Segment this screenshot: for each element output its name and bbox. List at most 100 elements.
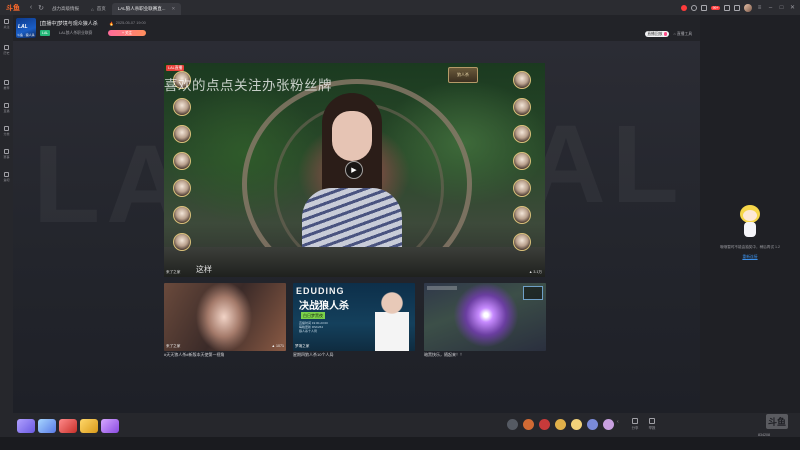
home-icon: ⌂ [91, 6, 94, 12]
gift-item[interactable] [59, 419, 77, 433]
room-header: LAL 斗鱼 · 狼人杀 [直播中]梦境与观众狼人杀 🔥 2025-05-07 1… [13, 15, 700, 41]
browser-topbar: 斗鱼 ‹ ↻ 战力高级情报 ⌂ 首页 LAL狼人杀职业联赛直... ✕ 99+ ≡ … [0, 0, 800, 15]
gift-item[interactable] [101, 419, 119, 433]
player-avatar [173, 179, 191, 197]
player-avatar [173, 125, 191, 143]
trophy-icon [4, 149, 9, 154]
video-source: 来了之家 [166, 270, 181, 274]
gift-icon[interactable] [539, 419, 550, 430]
gift-icon[interactable] [587, 419, 598, 430]
report-icon [649, 418, 655, 424]
reconnect-link[interactable]: 重新连接 [700, 255, 800, 260]
room-title: [直播中]梦境与观众狼人杀 [40, 21, 98, 27]
share-button[interactable]: 分享 [629, 418, 641, 430]
player-avatar [173, 98, 191, 116]
replay-button[interactable]: 直播回放 [645, 31, 670, 37]
player-avatar [513, 206, 531, 224]
share-icon [632, 418, 638, 424]
video-subtitle: 这样 [196, 265, 212, 274]
card-banner-main: 决战狼人杀 [299, 301, 349, 312]
game-hud [427, 286, 457, 290]
video-player[interactable]: LAL直播 喜欢的点点关注办张粉丝牌 狼人杀 ▶ 这样 来了之家 ▲ 3.1万 [164, 63, 545, 277]
game-badge: 狼人杀 [448, 67, 478, 83]
gift-icon[interactable] [555, 419, 566, 430]
gift-hammer-icon[interactable] [507, 419, 518, 430]
card-thumbnail: EDUDING 决战狼人杀 白日梦黑夜 直播时间 19:00-23:00 每晚更… [293, 283, 415, 351]
gift-item[interactable] [80, 419, 98, 433]
room-category[interactable]: LAL狼人杀职业联赛 [59, 31, 92, 36]
player-column-right [511, 71, 533, 251]
tab-3[interactable]: LAL狼人杀职业联赛直... ✕ [111, 3, 182, 15]
message-icon[interactable] [701, 4, 708, 11]
tab-2[interactable]: ⌂ 首页 [85, 3, 112, 15]
player-avatar [513, 233, 531, 251]
report-button[interactable]: 举报 [646, 418, 658, 430]
top-right-toolbar: 99+ ≡ – □ ✕ [681, 0, 796, 15]
gift-icon[interactable] [724, 4, 730, 11]
gift-icon[interactable] [571, 419, 582, 430]
gift-item[interactable] [38, 419, 56, 433]
follow-button[interactable]: + 关注 [108, 30, 146, 36]
minimize-icon[interactable]: – [767, 5, 774, 11]
card-streamer: 来了之家 [166, 344, 181, 348]
card-banner-lines: 直播时间 19:00-23:00 每晚更新 RSK264 狼人杀十人局 [299, 321, 328, 334]
douyu-watermark-logo: 斗鱼 [766, 414, 788, 429]
sidebar-item-category[interactable]: 分类 [0, 124, 13, 138]
maximize-icon[interactable]: □ [778, 5, 785, 11]
heart-icon [4, 19, 9, 24]
player-column-left [171, 71, 193, 251]
tools-link[interactable]: ⌂ 直播工具 [673, 32, 692, 37]
player-avatar [173, 206, 191, 224]
sidebar-item-history[interactable]: 历史 [0, 43, 13, 57]
sidebar-item-recommend[interactable]: 推荐 [0, 78, 13, 92]
room-tag[interactable]: LAL [40, 30, 51, 36]
player-avatar [513, 98, 531, 116]
fish-icon [4, 172, 9, 177]
card-banner-top: EDUDING [296, 286, 345, 296]
menu-icon[interactable]: ≡ [756, 5, 763, 11]
refresh-icon[interactable]: ↻ [36, 0, 46, 15]
card-title[interactable]: 星期四狼人杀10个人局 [293, 352, 333, 358]
play-icon[interactable]: ▶ [345, 161, 363, 179]
recommend-card-3[interactable]: 暗黑快乐，随起来！！ [424, 283, 546, 359]
back-icon[interactable]: ‹ [26, 0, 36, 15]
clock-icon [4, 45, 9, 50]
gift-icon[interactable] [523, 419, 534, 430]
live-tag: LAL直播 [166, 65, 185, 71]
card-thumbnail [424, 283, 546, 351]
close-tab-icon[interactable]: ✕ [171, 6, 175, 12]
right-panel: 哦哦暂时不能由抽奖中，稍后再试 1.2 重新连接 [700, 15, 800, 413]
card-thumbnail [164, 283, 286, 351]
sidebar-item-fishbar[interactable]: 鱼吧 [0, 170, 13, 184]
card-host [375, 291, 409, 351]
player-avatar [513, 71, 531, 89]
message-badge: 99+ [711, 5, 720, 10]
player-avatar [173, 152, 191, 170]
douyu-logo[interactable]: 斗鱼 [0, 0, 26, 15]
close-window-icon[interactable]: ✕ [789, 4, 796, 11]
recommend-card-1[interactable]: 来了之家 ▲ 1071 #天天狼人杀#新版本天使第一视角 [164, 283, 286, 359]
gift-icon[interactable] [603, 419, 614, 430]
notification-icon[interactable] [681, 4, 688, 11]
card-title[interactable]: #天天狼人杀#新版本天使第一视角 [164, 352, 224, 358]
mascot-illustration [738, 205, 762, 239]
settings-icon[interactable] [734, 4, 740, 11]
video-caption: 喜欢的点点关注办张粉丝牌 [164, 78, 332, 93]
sidebar-item-live[interactable]: 直播 [0, 101, 13, 115]
gift-item[interactable] [17, 419, 35, 433]
home-icon [4, 80, 9, 85]
sidebar-item-events[interactable]: 赛事 [0, 147, 13, 161]
card-banner-sub: 白日梦黑夜 [301, 312, 325, 319]
sidebar-item-follow[interactable]: 关注 [0, 17, 13, 31]
tab-1[interactable]: 战力高级情报 [46, 3, 85, 15]
favorite-icon[interactable] [691, 4, 698, 11]
hot-icon: 🔥 [109, 21, 114, 26]
game-minimap [523, 286, 543, 300]
gift-bar: ‹ 分享 举报 [13, 413, 700, 437]
recommend-card-2[interactable]: EDUDING 决战狼人杀 白日梦黑夜 直播时间 19:00-23:00 每晚更… [293, 283, 415, 359]
gift-more-icon[interactable]: ‹ [617, 419, 621, 430]
room-avatar[interactable]: LAL 斗鱼 · 狼人杀 [16, 18, 36, 38]
user-avatar[interactable] [744, 3, 752, 12]
room-meta: 🔥 2025-05-07 19:00 [109, 21, 146, 26]
card-title[interactable]: 暗黑快乐，随起来！！ [424, 352, 464, 358]
